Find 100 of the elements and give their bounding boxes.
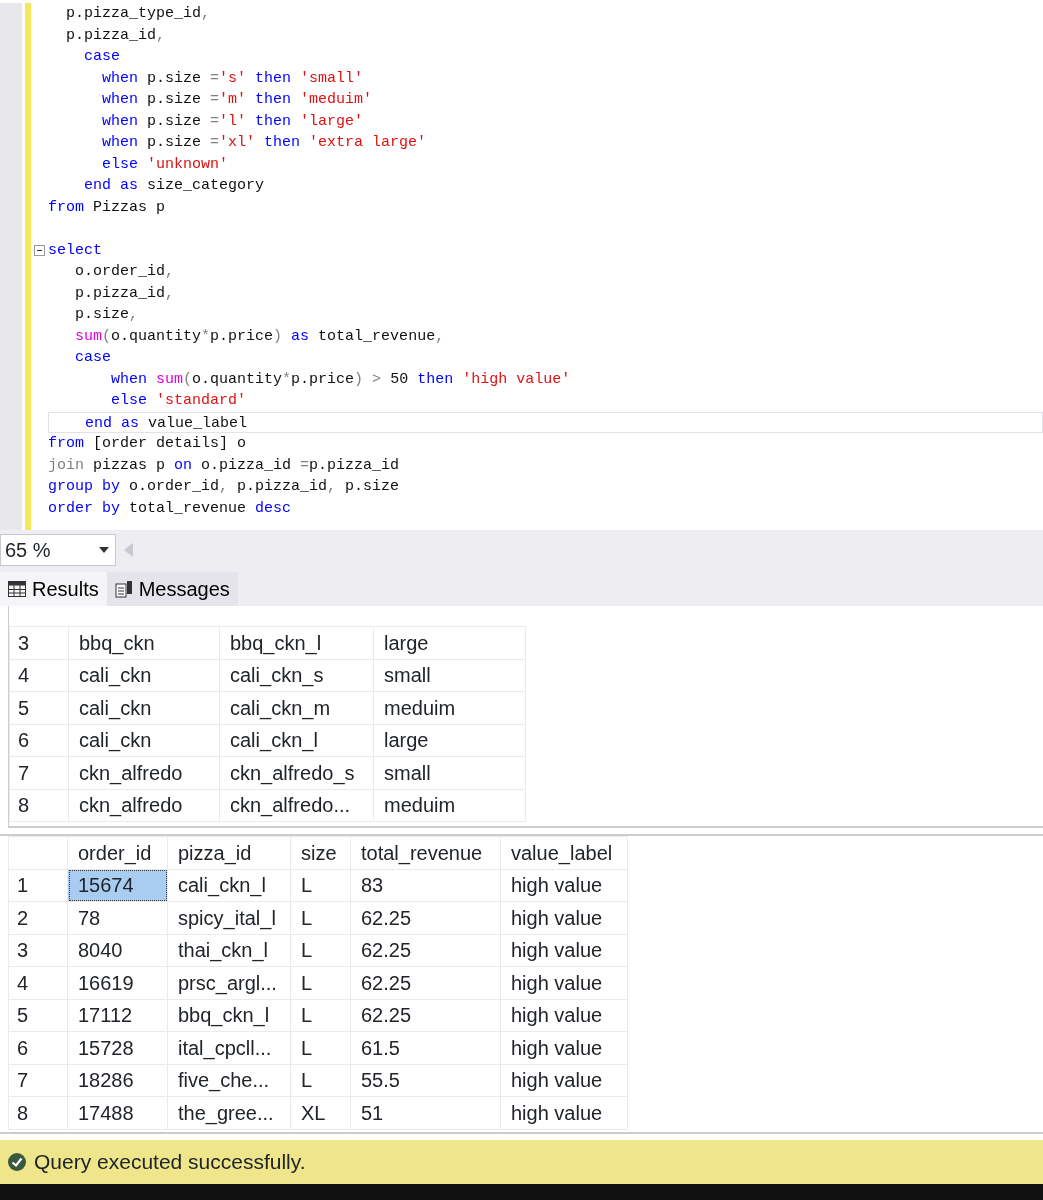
code-line: from [order details] o xyxy=(48,434,248,454)
code-line: else 'standard' xyxy=(110,391,248,411)
collapse-icon[interactable] xyxy=(34,244,45,256)
code-line: p.pizza_type_id, xyxy=(65,4,212,24)
code-line: case xyxy=(83,47,121,67)
row-number[interactable]: 4 xyxy=(9,659,69,692)
column-header[interactable]: total_revenue xyxy=(350,836,501,869)
code-line: when sum(o.quantity*p.price) > 50 then 'high value' xyxy=(110,369,572,390)
code-line: p.pizza_id, xyxy=(65,25,167,46)
table-cell: L xyxy=(290,1064,351,1097)
table-cell: high value xyxy=(500,934,628,967)
table-cell: 62.25 xyxy=(350,901,501,934)
row-number[interactable]: 8 xyxy=(8,1096,68,1129)
messages-tab[interactable]: Messages xyxy=(106,572,238,606)
table-cell: small xyxy=(373,756,526,789)
table-cell: L xyxy=(290,934,351,967)
table-cell: high value xyxy=(500,966,628,999)
zoom-value: 65 % xyxy=(5,538,51,563)
table-cell: ckn_alfredo... xyxy=(219,789,374,822)
table-cell: cali_ckn xyxy=(68,724,220,757)
caret-icon xyxy=(99,547,109,553)
table-cell: prsc_argl... xyxy=(167,966,291,999)
check-icon xyxy=(8,1153,26,1171)
table-cell: 62.25 xyxy=(350,999,501,1032)
code-line: group by o.order_id, p.pizza_id, p.size xyxy=(48,477,401,497)
table-cell: L xyxy=(290,869,351,902)
row-number[interactable]: 3 xyxy=(8,934,68,967)
table-cell: XL xyxy=(290,1096,351,1129)
code-line: when p.size ='m' then 'meduim' xyxy=(101,90,374,110)
code-line: p.size, xyxy=(74,305,140,325)
table-cell: high value xyxy=(500,1064,628,1097)
code-line: select xyxy=(48,240,103,261)
row-number[interactable]: 5 xyxy=(8,999,68,1032)
table-cell: 15728 xyxy=(67,1031,168,1064)
column-header[interactable]: order_id xyxy=(67,836,168,869)
table-cell: meduim xyxy=(373,789,526,822)
code-line: case xyxy=(74,348,112,368)
table-cell: high value xyxy=(500,1096,628,1129)
table-cell: high value xyxy=(500,869,628,902)
table-cell: high value xyxy=(500,901,628,934)
row-number[interactable]: 7 xyxy=(8,1064,68,1097)
table-cell: 17488 xyxy=(67,1096,168,1129)
row-number[interactable]: 5 xyxy=(9,691,69,724)
code-line: end as size_category xyxy=(83,176,266,196)
row-number[interactable]: 7 xyxy=(9,756,69,789)
code-line: order by total_revenue desc xyxy=(48,498,293,519)
code-line: sum(o.quantity*p.price) as total_revenue, xyxy=(74,326,446,347)
table-cell: cali_ckn_m xyxy=(219,691,374,724)
table-cell: the_gree... xyxy=(167,1096,291,1129)
table-cell: 8040 xyxy=(67,934,168,967)
row-number[interactable]: 6 xyxy=(9,724,69,757)
column-header[interactable]: pizza_id xyxy=(167,836,291,869)
table-cell: 18286 xyxy=(67,1064,168,1097)
table-cell: 16619 xyxy=(67,966,168,999)
table-cell: bbq_ckn_l xyxy=(219,626,374,659)
row-number[interactable]: 4 xyxy=(8,966,68,999)
table-cell: large xyxy=(373,724,526,757)
table-cell: ital_cpcll... xyxy=(167,1031,291,1064)
table-cell: thai_ckn_l xyxy=(167,934,291,967)
table-cell: large xyxy=(373,626,526,659)
results-tab[interactable]: Results xyxy=(0,572,107,606)
table-cell: 55.5 xyxy=(350,1064,501,1097)
table-cell: small xyxy=(373,659,526,692)
table-cell: L xyxy=(290,901,351,934)
code-line: else 'unknown' xyxy=(101,154,230,175)
row-number[interactable]: 6 xyxy=(8,1031,68,1064)
row-number[interactable]: 8 xyxy=(9,789,69,822)
row-number[interactable]: 3 xyxy=(9,626,69,659)
table-cell: meduim xyxy=(373,691,526,724)
table-cell: L xyxy=(290,999,351,1032)
column-header[interactable]: size xyxy=(290,836,351,869)
table-cell: ckn_alfredo_s xyxy=(219,756,374,789)
table-cell: spicy_ital_l xyxy=(167,901,291,934)
row-number[interactable]: 2 xyxy=(8,901,68,934)
table-cell: 83 xyxy=(350,869,501,902)
table-cell: 62.25 xyxy=(350,934,501,967)
table-cell: cali_ckn_l xyxy=(167,869,291,902)
table-cell: high value xyxy=(500,1031,628,1064)
table-cell: five_che... xyxy=(167,1064,291,1097)
document-icon xyxy=(114,580,133,598)
table-cell: L xyxy=(290,1031,351,1064)
table-cell: cali_ckn_s xyxy=(219,659,374,692)
table-cell: cali_ckn_l xyxy=(219,724,374,757)
table-cell: bbq_ckn xyxy=(68,626,220,659)
code-line: join pizzas p on o.pizza_id =p.pizza_id xyxy=(48,455,401,476)
table-cell: ckn_alfredo xyxy=(68,789,220,822)
row-number[interactable]: 1 xyxy=(8,869,68,902)
code-line: when p.size ='s' then 'small' xyxy=(101,68,365,89)
table-cell: 17112 xyxy=(67,999,168,1032)
table-cell: 15674 xyxy=(67,869,168,902)
status-message: Query executed successfully. xyxy=(34,1149,306,1176)
table-cell: 62.25 xyxy=(350,966,501,999)
table-cell: cali_ckn xyxy=(68,691,220,724)
table-cell: 78 xyxy=(67,901,168,934)
code-line: when p.size ='xl' then 'extra large' xyxy=(101,133,428,153)
column-header[interactable]: value_label xyxy=(500,836,628,869)
zoom-dropdown[interactable]: 65 % xyxy=(0,534,116,566)
code-line: from Pizzas p xyxy=(48,197,167,218)
grid-icon xyxy=(8,581,26,597)
table-cell: 61.5 xyxy=(350,1031,501,1064)
